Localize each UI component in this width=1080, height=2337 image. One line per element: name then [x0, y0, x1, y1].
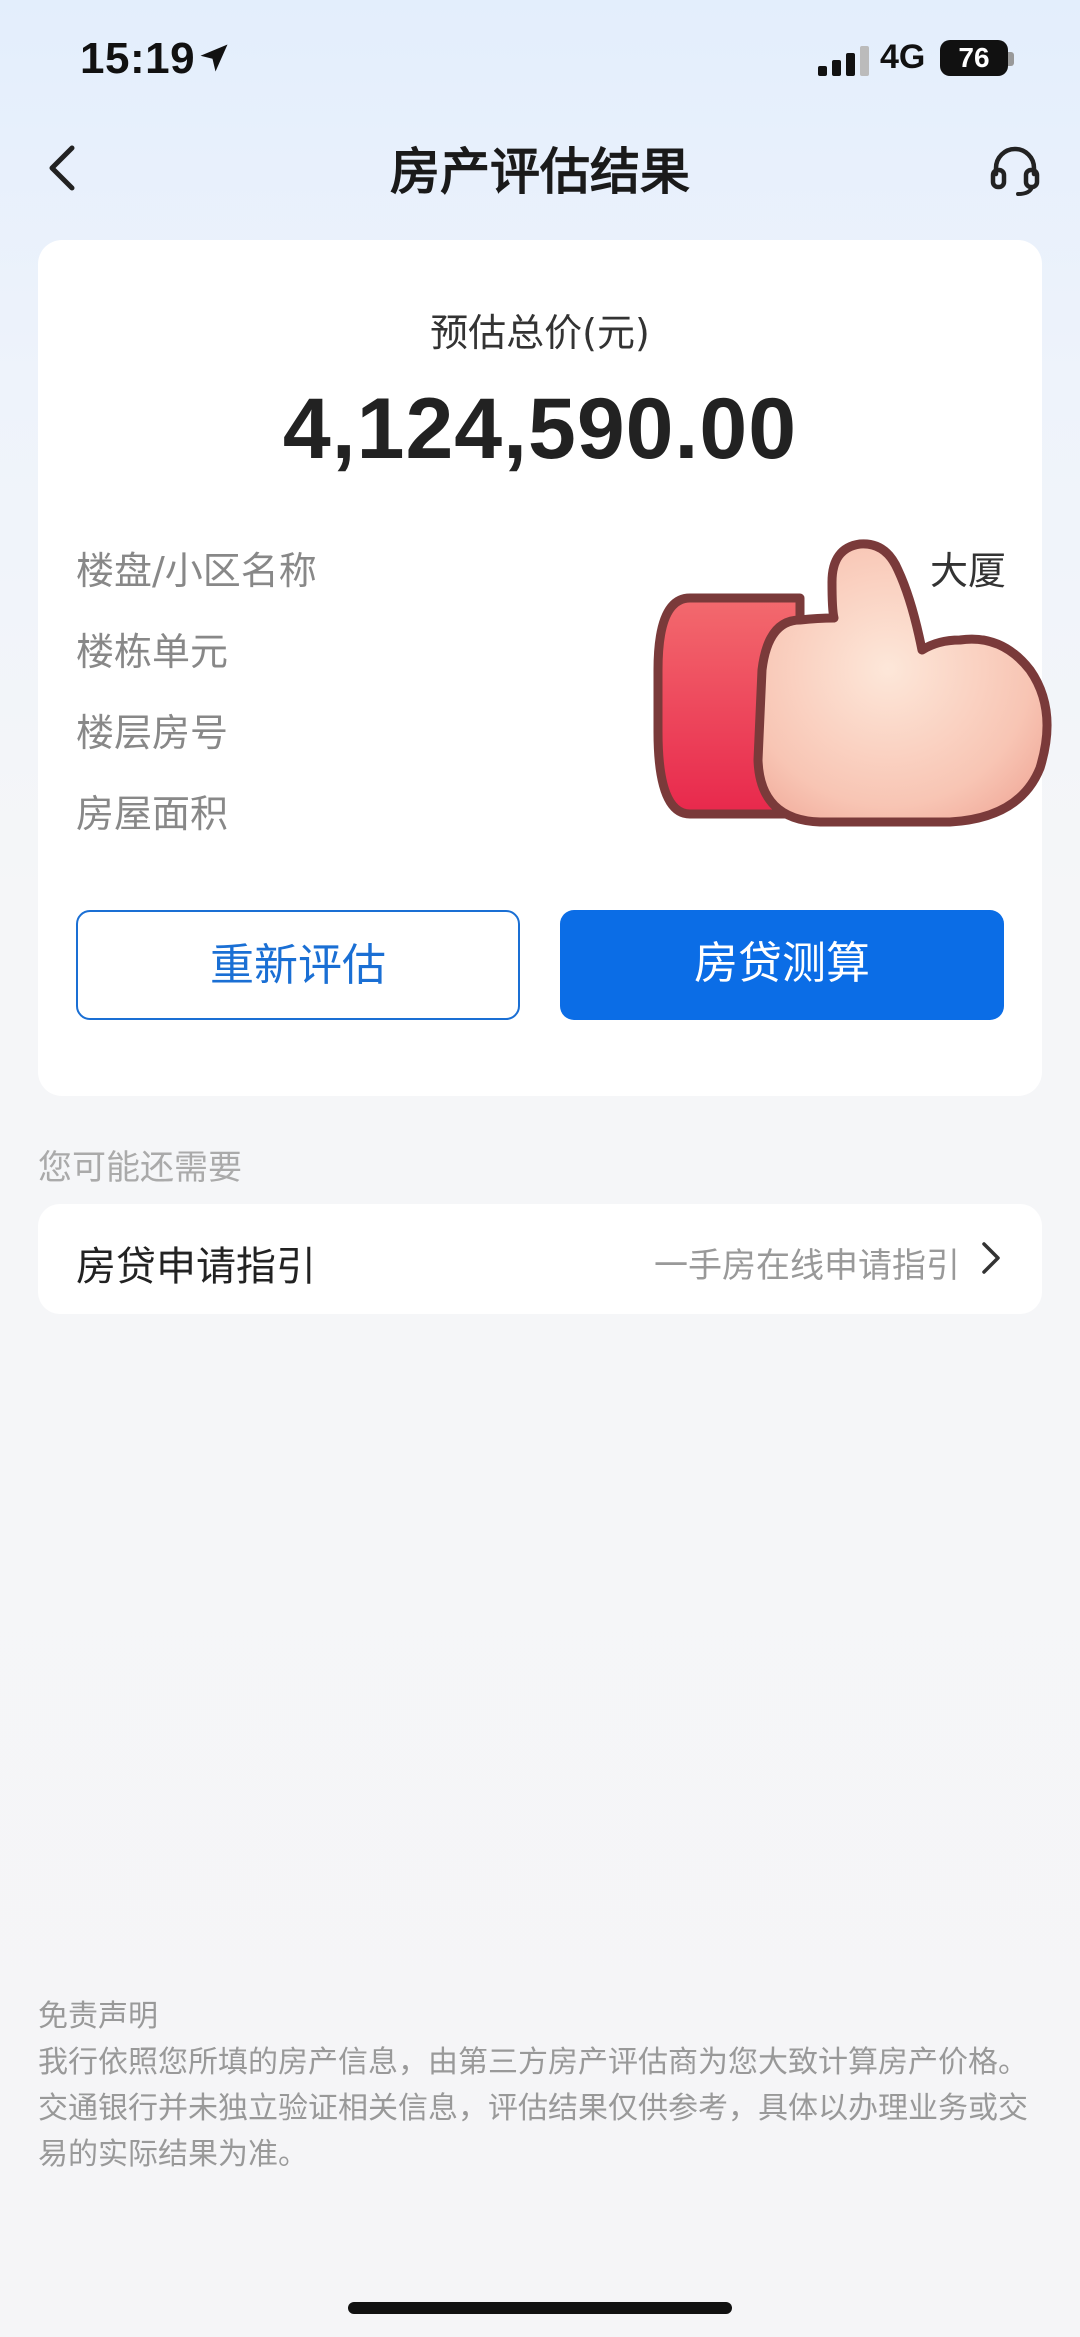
estimate-label: 预估总价(元) [430, 311, 650, 355]
disclaimer: 免责声明 我行依照您所填的房产信息，由第三方房产评估商为您大致计算房产价格。交通… [38, 1994, 1048, 2178]
battery-tip [1008, 52, 1014, 66]
battery-level: 76 [940, 40, 1008, 76]
page-title: 房产评估结果 [390, 143, 690, 201]
navigation-bar: 房产评估结果 [0, 120, 1080, 216]
loan-calculator-button[interactable]: 房贷测算 [560, 910, 1004, 1020]
headset-icon[interactable] [986, 140, 1044, 198]
status-bar: 15:19 4G 76 [0, 0, 1080, 120]
status-time: 15:19 [80, 34, 196, 83]
network-type: 4G [880, 38, 926, 76]
thumbs-up-sticker-icon [653, 539, 1052, 827]
detail-label: 楼栋单元 [76, 630, 229, 674]
reassess-button[interactable]: 重新评估 [76, 910, 520, 1020]
chevron-right-icon [982, 1242, 1000, 1274]
cellular-signal-icon [818, 46, 869, 76]
guide-subtitle: 一手房在线申请指引 [654, 1246, 960, 1286]
home-indicator[interactable] [348, 2302, 732, 2314]
disclaimer-title: 免责声明 [38, 1999, 158, 2034]
section-hint: 您可能还需要 [38, 1148, 242, 1188]
detail-label: 楼盘/小区名称 [76, 549, 317, 593]
estimate-value: 4,124,590.00 [282, 381, 798, 477]
location-arrow-icon [200, 44, 228, 72]
detail-label: 楼层房号 [76, 711, 229, 755]
detail-label: 房屋面积 [76, 792, 229, 836]
disclaimer-text: 我行依照您所填的房产信息，由第三方房产评估商为您大致计算房产价格。交通银行并未独… [38, 2045, 1028, 2172]
guide-title: 房贷申请指引 [76, 1244, 316, 1290]
loan-guide-row[interactable]: 房贷申请指引 一手房在线申请指引 [38, 1204, 1042, 1314]
